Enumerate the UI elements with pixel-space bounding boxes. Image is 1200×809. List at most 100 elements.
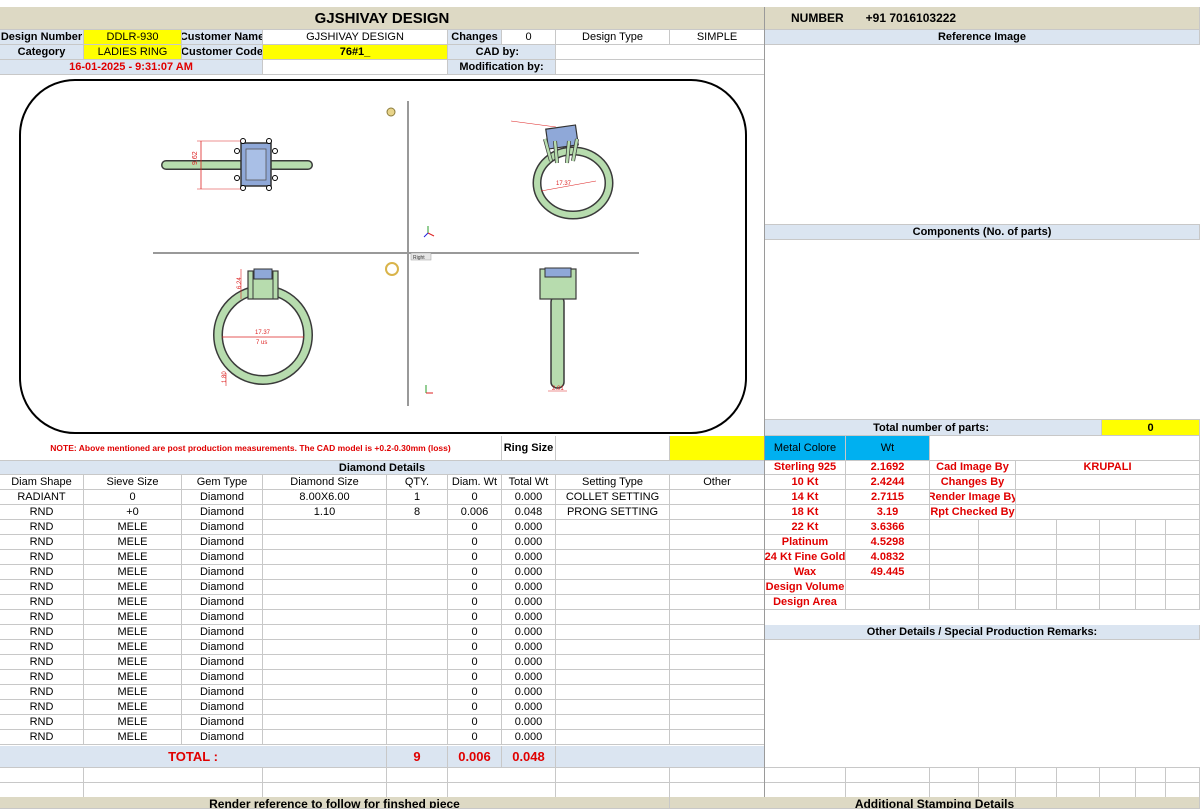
diamond-setting-cell[interactable]	[556, 520, 670, 535]
diamond-gem-cell[interactable]: Diamond	[182, 610, 263, 625]
diamond-total-wt-cell[interactable]: 0.000	[502, 565, 556, 580]
diamond-setting-cell[interactable]	[556, 610, 670, 625]
diamond-qty-cell[interactable]	[387, 520, 448, 535]
diamond-setting-cell[interactable]	[556, 580, 670, 595]
diamond-qty-cell[interactable]	[387, 700, 448, 715]
diamond-sieve-cell[interactable]: MELE	[84, 700, 182, 715]
diamond-shape-cell[interactable]: RND	[0, 730, 84, 745]
render-image-by-value[interactable]	[1016, 490, 1200, 505]
diamond-shape-cell[interactable]: RND	[0, 640, 84, 655]
diamond-other-cell[interactable]	[670, 730, 765, 745]
diamond-shape-cell[interactable]: RND	[0, 565, 84, 580]
customer-code-value[interactable]: 76#1_	[263, 45, 448, 60]
diamond-total-wt-cell[interactable]: 0.000	[502, 685, 556, 700]
diamond-total-wt-cell[interactable]: 0.000	[502, 700, 556, 715]
diamond-size-cell[interactable]	[263, 700, 387, 715]
diamond-diam-wt-cell[interactable]: 0	[448, 625, 502, 640]
diamond-sieve-cell[interactable]: MELE	[84, 640, 182, 655]
diamond-sieve-cell[interactable]: MELE	[84, 580, 182, 595]
diamond-total-wt-cell[interactable]: 0.000	[502, 595, 556, 610]
diamond-other-cell[interactable]	[670, 520, 765, 535]
metal-weight-cell[interactable]: 4.0832	[846, 550, 930, 565]
diamond-gem-cell[interactable]: Diamond	[182, 550, 263, 565]
diamond-other-cell[interactable]	[670, 595, 765, 610]
diamond-size-cell[interactable]	[263, 595, 387, 610]
diamond-sieve-cell[interactable]: 0	[84, 490, 182, 505]
diamond-diam-wt-cell[interactable]: 0	[448, 700, 502, 715]
changes-value[interactable]: 0	[502, 30, 556, 45]
diamond-qty-cell[interactable]	[387, 550, 448, 565]
diamond-diam-wt-cell[interactable]: 0	[448, 655, 502, 670]
diamond-sieve-cell[interactable]: MELE	[84, 610, 182, 625]
diamond-gem-cell[interactable]: Diamond	[182, 595, 263, 610]
diamond-gem-cell[interactable]: Diamond	[182, 655, 263, 670]
diamond-gem-cell[interactable]: Diamond	[182, 490, 263, 505]
diamond-size-cell[interactable]	[263, 580, 387, 595]
diamond-qty-cell[interactable]	[387, 580, 448, 595]
diamond-qty-cell[interactable]	[387, 535, 448, 550]
diamond-sieve-cell[interactable]: MELE	[84, 730, 182, 745]
diamond-shape-cell[interactable]: RND	[0, 685, 84, 700]
diamond-size-cell[interactable]	[263, 730, 387, 745]
diamond-qty-cell[interactable]	[387, 640, 448, 655]
design-type-value[interactable]: SIMPLE	[670, 30, 765, 45]
ring-size-value[interactable]	[556, 436, 670, 461]
diamond-other-cell[interactable]	[670, 580, 765, 595]
diamond-diam-wt-cell[interactable]: 0	[448, 520, 502, 535]
design-number-value[interactable]: DDLR-930	[84, 30, 182, 45]
diamond-qty-cell[interactable]	[387, 595, 448, 610]
diamond-total-wt-cell[interactable]: 0.000	[502, 535, 556, 550]
diamond-diam-wt-cell[interactable]: 0	[448, 715, 502, 730]
diamond-other-cell[interactable]	[670, 550, 765, 565]
diamond-other-cell[interactable]	[670, 505, 765, 520]
diamond-setting-cell[interactable]	[556, 550, 670, 565]
diamond-shape-cell[interactable]: RADIANT	[0, 490, 84, 505]
diamond-setting-cell[interactable]	[556, 670, 670, 685]
diamond-gem-cell[interactable]: Diamond	[182, 580, 263, 595]
diamond-sieve-cell[interactable]: MELE	[84, 655, 182, 670]
metal-weight-cell[interactable]: 2.1692	[846, 460, 930, 475]
diamond-total-wt-cell[interactable]: 0.000	[502, 715, 556, 730]
diamond-other-cell[interactable]	[670, 625, 765, 640]
diamond-qty-cell[interactable]	[387, 565, 448, 580]
diamond-sieve-cell[interactable]: MELE	[84, 715, 182, 730]
diamond-setting-cell[interactable]	[556, 700, 670, 715]
metal-weight-cell[interactable]: 2.4244	[846, 475, 930, 490]
diamond-sieve-cell[interactable]: MELE	[84, 535, 182, 550]
diamond-size-cell[interactable]	[263, 550, 387, 565]
diamond-shape-cell[interactable]: RND	[0, 535, 84, 550]
diamond-total-wt-cell[interactable]: 0.000	[502, 490, 556, 505]
diamond-qty-cell[interactable]	[387, 655, 448, 670]
diamond-diam-wt-cell[interactable]: 0	[448, 610, 502, 625]
diamond-size-cell[interactable]: 1.10	[263, 505, 387, 520]
metal-weight-cell[interactable]	[846, 580, 930, 595]
diamond-qty-cell[interactable]	[387, 610, 448, 625]
diamond-setting-cell[interactable]	[556, 655, 670, 670]
diamond-setting-cell[interactable]: PRONG SETTING	[556, 505, 670, 520]
diamond-size-cell[interactable]	[263, 640, 387, 655]
diamond-shape-cell[interactable]: RND	[0, 580, 84, 595]
diamond-setting-cell[interactable]	[556, 715, 670, 730]
diamond-other-cell[interactable]	[670, 490, 765, 505]
diamond-shape-cell[interactable]: RND	[0, 520, 84, 535]
diamond-size-cell[interactable]	[263, 625, 387, 640]
diamond-size-cell[interactable]	[263, 565, 387, 580]
changes-by-value[interactable]	[1016, 475, 1200, 490]
diamond-other-cell[interactable]	[670, 535, 765, 550]
diamond-shape-cell[interactable]: RND	[0, 625, 84, 640]
diamond-other-cell[interactable]	[670, 640, 765, 655]
diamond-sieve-cell[interactable]: MELE	[84, 565, 182, 580]
ring-size-highlight[interactable]	[670, 436, 765, 461]
diamond-size-cell[interactable]	[263, 610, 387, 625]
total-parts-value[interactable]: 0	[1102, 420, 1200, 436]
diamond-qty-cell[interactable]	[387, 625, 448, 640]
metal-weight-cell[interactable]	[846, 595, 930, 610]
diamond-shape-cell[interactable]: RND	[0, 655, 84, 670]
diamond-other-cell[interactable]	[670, 670, 765, 685]
diamond-total-wt-cell[interactable]: 0.000	[502, 730, 556, 745]
diamond-qty-cell[interactable]: 8	[387, 505, 448, 520]
diamond-setting-cell[interactable]	[556, 595, 670, 610]
diamond-setting-cell[interactable]	[556, 640, 670, 655]
diamond-sieve-cell[interactable]: MELE	[84, 670, 182, 685]
cad-image-by-value[interactable]: KRUPALI	[1016, 460, 1200, 475]
